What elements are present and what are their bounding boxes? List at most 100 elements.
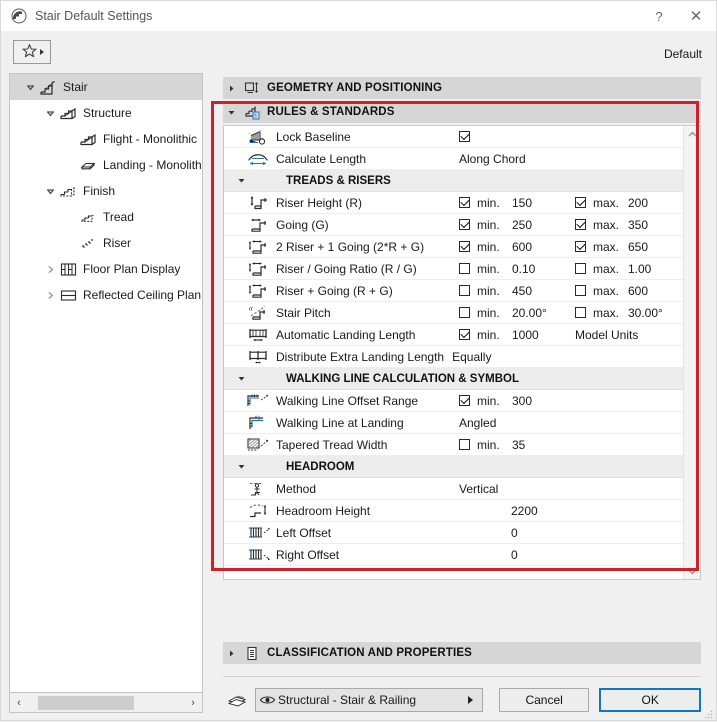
- scroll-down-icon[interactable]: [684, 563, 700, 579]
- max-checkbox[interactable]: [575, 241, 586, 252]
- section-geometry-and-positioning[interactable]: GEOMETRY AND POSITIONING: [223, 77, 701, 99]
- section-rules-and-standards[interactable]: § RULES & STANDARDS: [223, 101, 701, 123]
- min-cell[interactable]: min. 1000: [459, 328, 539, 342]
- layer-combo[interactable]: Structural - Stair & Railing: [255, 688, 483, 712]
- min-checkbox[interactable]: [459, 285, 470, 296]
- ceiling-plan-icon: [58, 285, 78, 305]
- min-cell[interactable]: min. 20.00°: [459, 306, 547, 320]
- min-value[interactable]: 1000: [512, 328, 539, 342]
- cancel-button[interactable]: Cancel: [498, 688, 590, 712]
- min-checkbox[interactable]: [459, 395, 470, 406]
- tree-item-riser[interactable]: Riser: [10, 230, 202, 256]
- min-cell[interactable]: min. 300: [459, 394, 532, 408]
- chevron-down-icon[interactable]: [223, 101, 239, 123]
- min-value[interactable]: 300: [512, 394, 532, 408]
- tree-item-floor-plan-display[interactable]: Floor Plan Display: [10, 256, 202, 282]
- min-value[interactable]: 450: [512, 284, 532, 298]
- min-value[interactable]: 600: [512, 240, 532, 254]
- min-cell[interactable]: min. 150: [459, 196, 532, 210]
- max-value[interactable]: 650: [628, 240, 648, 254]
- max-checkbox[interactable]: [575, 197, 586, 208]
- min-cell[interactable]: min. 450: [459, 284, 532, 298]
- min-value[interactable]: 0.10: [512, 262, 535, 276]
- scroll-left-icon[interactable]: ‹: [10, 694, 28, 712]
- row-checkbox[interactable]: [459, 131, 470, 142]
- max-cell[interactable]: max. 600: [575, 284, 648, 298]
- help-button[interactable]: ?: [642, 2, 676, 31]
- panel-scrollbar[interactable]: [683, 126, 700, 579]
- scroll-up-icon[interactable]: [684, 126, 700, 142]
- max-value[interactable]: 30.00°: [628, 306, 663, 320]
- min-value[interactable]: 250: [512, 218, 532, 232]
- max-value[interactable]: 600: [628, 284, 648, 298]
- row-value[interactable]: 2200: [511, 504, 538, 518]
- max-checkbox[interactable]: [575, 307, 586, 318]
- min-checkbox[interactable]: [459, 439, 470, 450]
- tree-item-flight-monolithic[interactable]: Flight - Monolithic: [10, 126, 202, 152]
- row-value[interactable]: Along Chord: [459, 152, 526, 166]
- section-classification-and-properties[interactable]: CLASSIFICATION AND PROPERTIES: [223, 642, 701, 664]
- row-value[interactable]: Equally: [452, 350, 491, 364]
- scroll-track[interactable]: [28, 694, 184, 712]
- min-cell[interactable]: min. 35: [459, 438, 525, 452]
- chevron-down-icon[interactable]: [42, 100, 58, 126]
- max-checkbox[interactable]: [575, 285, 586, 296]
- min-checkbox[interactable]: [459, 241, 470, 252]
- scroll-thumb[interactable]: [38, 695, 134, 710]
- min-checkbox[interactable]: [459, 197, 470, 208]
- subsection-header[interactable]: WALKING LINE CALCULATION & SYMBOL: [224, 368, 700, 390]
- chevron-right-icon[interactable]: [42, 256, 58, 282]
- tree-item-reflected-ceiling-plan-di[interactable]: Reflected Ceiling Plan Di: [10, 282, 202, 308]
- favorites-button[interactable]: [13, 40, 51, 64]
- tree-item-finish[interactable]: Finish: [10, 178, 202, 204]
- row-checkbox-cell[interactable]: [459, 131, 470, 142]
- chevron-down-icon[interactable]: [42, 178, 58, 204]
- tree-item-structure[interactable]: Structure: [10, 100, 202, 126]
- max-checkbox[interactable]: [575, 219, 586, 230]
- max-cell[interactable]: max. 350: [575, 218, 648, 232]
- chevron-right-icon[interactable]: [467, 696, 473, 704]
- min-cell[interactable]: min. 0.10: [459, 262, 535, 276]
- row-value[interactable]: Angled: [459, 416, 496, 430]
- max-cell[interactable]: max. 650: [575, 240, 648, 254]
- min-cell[interactable]: min. 250: [459, 218, 532, 232]
- chevron-right-icon[interactable]: [223, 77, 239, 99]
- chevron-right-icon[interactable]: [42, 282, 58, 308]
- max-label: max.: [593, 195, 620, 210]
- subsection-header[interactable]: TREADS & RISERS: [224, 170, 700, 192]
- max-cell[interactable]: max. 30.00°: [575, 306, 663, 320]
- settings-tree[interactable]: Stair Structure Flight - Monolithic Landing…: [9, 73, 203, 693]
- chevron-down-icon[interactable]: [22, 74, 38, 100]
- tree-item-landing-monolithic[interactable]: Landing - Monolithic: [10, 152, 202, 178]
- scroll-right-icon[interactable]: ›: [184, 694, 202, 712]
- max-value[interactable]: 200: [628, 196, 648, 210]
- min-checkbox[interactable]: [459, 219, 470, 230]
- max-checkbox[interactable]: [575, 263, 586, 274]
- headroom-height-icon: [242, 500, 276, 521]
- min-checkbox[interactable]: [459, 329, 470, 340]
- min-cell[interactable]: min. 600: [459, 240, 532, 254]
- close-button[interactable]: ✕: [676, 2, 716, 31]
- min-checkbox[interactable]: [459, 307, 470, 318]
- chevron-right-icon[interactable]: [223, 640, 239, 666]
- max-cell[interactable]: max. 200: [575, 196, 648, 210]
- subsection-header[interactable]: HEADROOM: [224, 456, 700, 478]
- chevron-down-icon[interactable]: [230, 170, 252, 191]
- chevron-down-icon[interactable]: [230, 456, 252, 477]
- row-value[interactable]: 0: [511, 526, 518, 540]
- min-value[interactable]: 20.00°: [512, 306, 547, 320]
- resize-grip[interactable]: [704, 708, 713, 719]
- min-value[interactable]: 35: [512, 438, 525, 452]
- row-value[interactable]: 0: [511, 548, 518, 562]
- max-value[interactable]: 350: [628, 218, 648, 232]
- max-cell[interactable]: max. 1.00: [575, 262, 651, 276]
- ok-button[interactable]: OK: [599, 688, 701, 712]
- min-checkbox[interactable]: [459, 263, 470, 274]
- max-value[interactable]: 1.00: [628, 262, 651, 276]
- tree-item-stair[interactable]: Stair: [10, 74, 202, 100]
- row-value[interactable]: Vertical: [459, 482, 498, 496]
- tree-horizontal-scrollbar[interactable]: ‹ ›: [9, 693, 203, 713]
- min-value[interactable]: 150: [512, 196, 532, 210]
- tree-item-tread[interactable]: Tread: [10, 204, 202, 230]
- chevron-down-icon[interactable]: [230, 368, 252, 389]
